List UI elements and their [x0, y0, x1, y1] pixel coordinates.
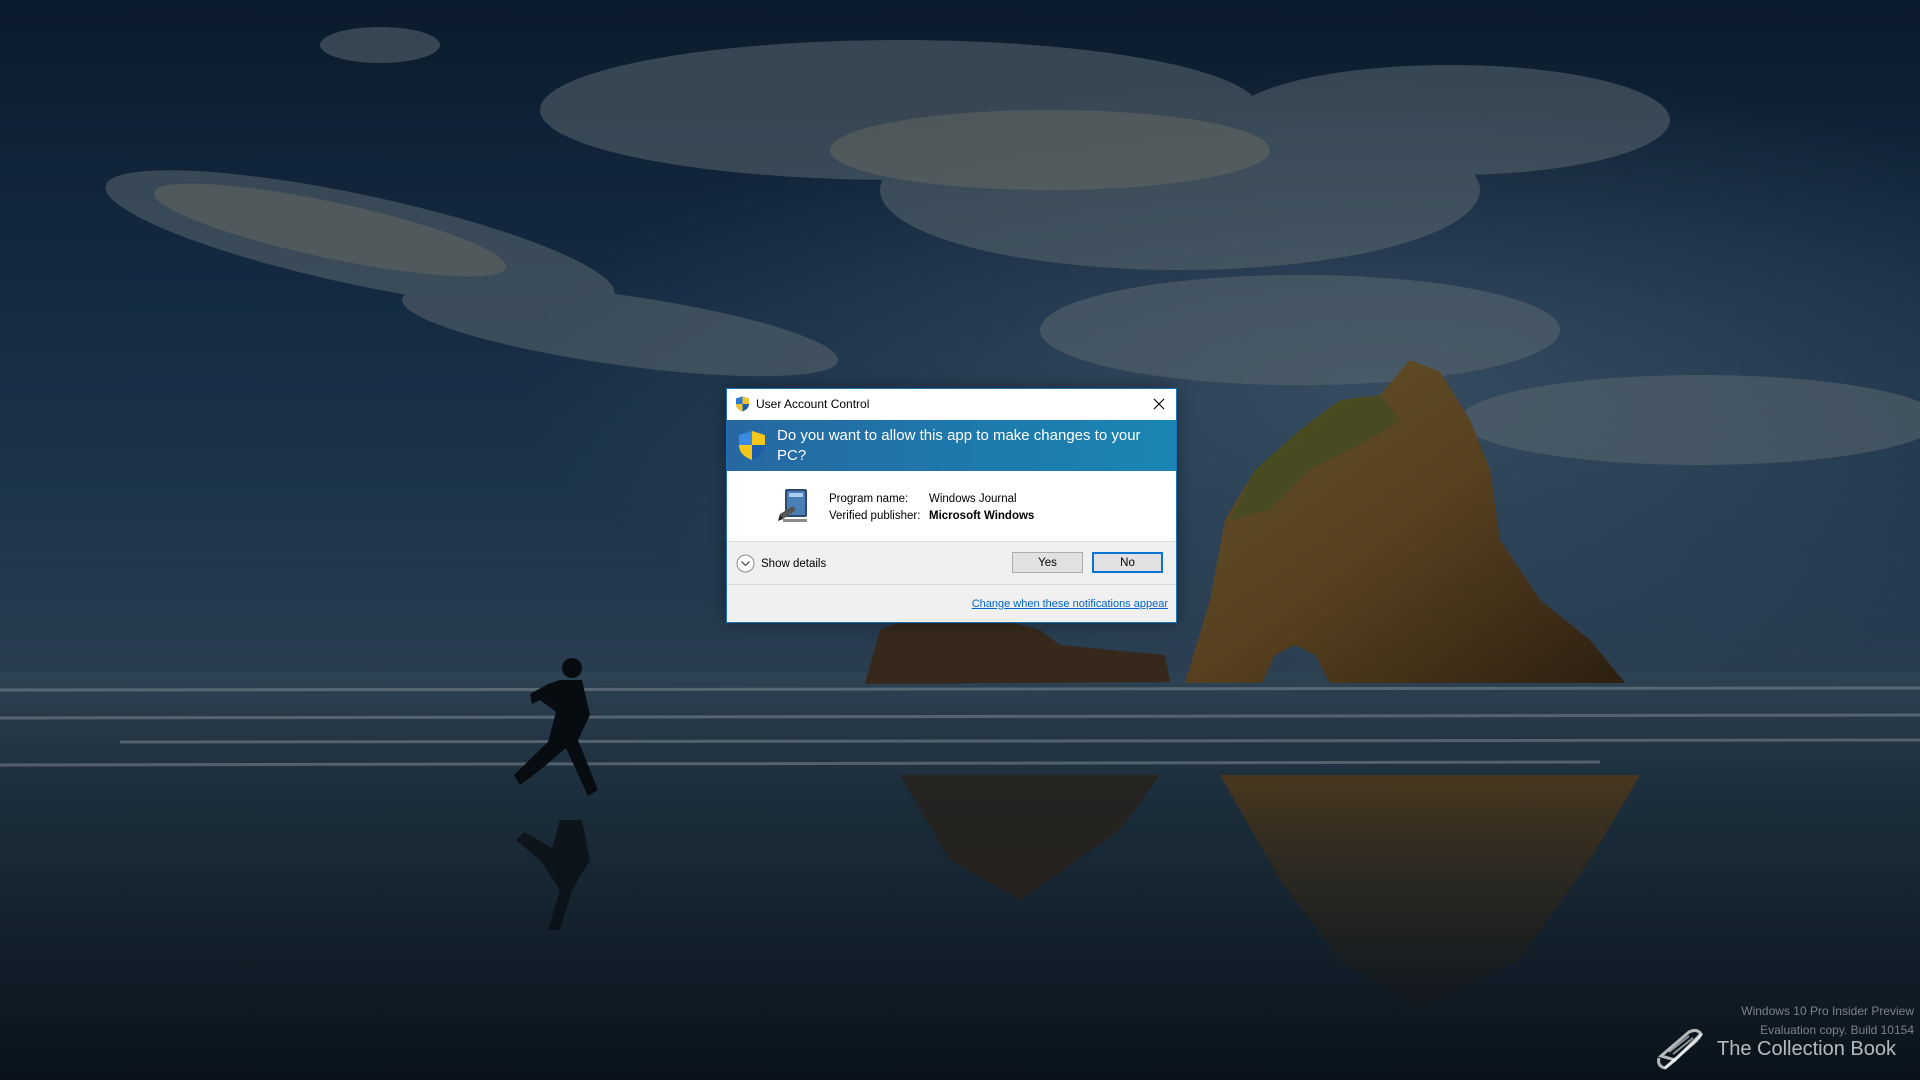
publisher-value: Microsoft Windows [929, 510, 1035, 522]
yes-button[interactable]: Yes [1012, 552, 1083, 573]
chevron-down-icon [736, 554, 755, 573]
dialog-title: User Account Control [756, 397, 870, 411]
uac-shield-icon [736, 396, 749, 412]
footer-divider [727, 584, 1176, 585]
publisher-label: Verified publisher: [829, 510, 921, 522]
uac-question: Do you want to allow this app to make ch… [777, 427, 1141, 464]
brand-watermark: The Collection Book [1655, 1026, 1896, 1072]
program-name-value: Windows Journal [929, 493, 1017, 505]
watermark-edition: Windows 10 Pro Insider Preview [1741, 1004, 1914, 1018]
uac-shield-icon [739, 431, 765, 460]
program-name-label: Program name: [829, 493, 909, 505]
book-icon [1657, 1028, 1703, 1070]
program-name-row: Program name: Windows Journal [829, 493, 1017, 505]
windows-journal-icon [778, 489, 807, 522]
dialog-footer: Show details Yes No Change when these no… [727, 541, 1176, 622]
show-details-label: Show details [761, 557, 827, 570]
uac-dialog: User Account Control Do you want to allo… [726, 388, 1177, 623]
no-button[interactable]: No [1092, 552, 1163, 573]
show-details-toggle[interactable]: Show details [736, 554, 826, 573]
close-button[interactable] [1142, 389, 1176, 419]
question-banner: Do you want to allow this app to make ch… [727, 420, 1176, 471]
close-icon [1153, 398, 1165, 410]
program-info: Program name: Windows Journal Verified pu… [727, 471, 1176, 541]
dialog-titlebar: User Account Control [727, 389, 1176, 420]
brand-name: The Collection Book [1717, 1037, 1896, 1060]
change-notifications-link[interactable]: Change when these notifications appear [972, 598, 1168, 610]
publisher-row: Verified publisher: Microsoft Windows [829, 510, 1034, 522]
